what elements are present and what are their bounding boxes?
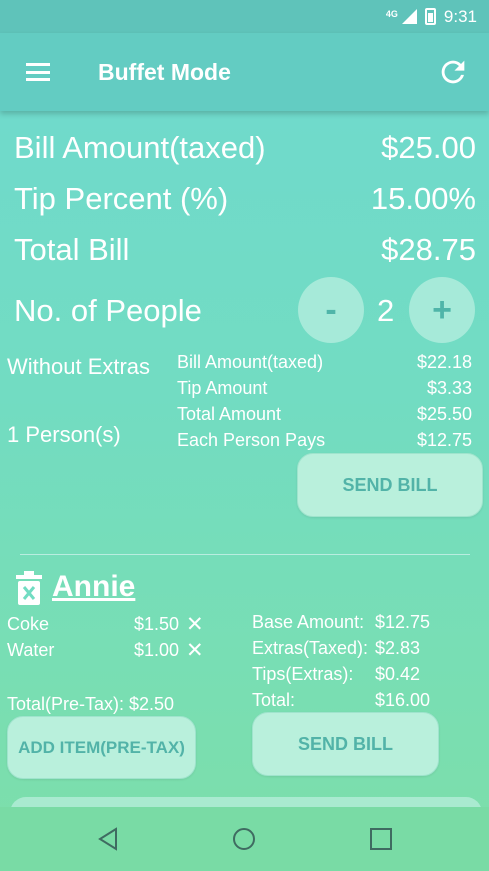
item-name: Coke [7,614,50,634]
delete-person-icon[interactable] [15,571,43,605]
tip-percent-value[interactable]: 15.00% [371,181,476,217]
breakdown-value: $3.33 [426,378,472,398]
breakdown-label: Tip Amount [177,378,268,398]
person-breakdown-value: $12.75 [375,612,431,632]
person-breakdown-label: Tips(Extras): [252,664,354,684]
without-extras-heading: Without Extras [7,354,151,379]
page-title: Buffet Mode [98,59,231,85]
total-pretax: Total(Pre-Tax): $2.50 [7,694,175,714]
app-bar: Buffet Mode [0,33,489,111]
breakdown-value: $22.18 [416,352,472,372]
increment-people-button[interactable]: + [409,277,475,343]
navigation-bar [0,807,489,871]
breakdown-label: Each Person Pays [177,430,326,450]
person-breakdown-value: $0.42 [375,664,421,684]
menu-icon[interactable] [26,63,50,81]
tip-percent-label: Tip Percent (%) [14,181,229,216]
battery-icon [424,8,436,25]
status-time: 9:31 [443,6,477,26]
people-label: No. of People [14,293,202,328]
total-bill-value: $28.75 [381,232,476,267]
bill-amount-value[interactable]: $25.00 [381,130,476,166]
bill-amount-label: Bill Amount(taxed) [14,130,266,165]
decrement-people-button[interactable]: - [298,277,364,343]
item-price: $1.50 [134,614,180,634]
breakdown-value: $25.50 [416,404,472,424]
breakdown-value: $12.75 [416,430,472,450]
person-breakdown-value: $2.83 [375,638,421,658]
signal-icon: 4G [386,9,417,24]
total-bill-label: Total Bill [14,232,130,267]
back-icon[interactable] [96,827,120,851]
network-type: 4G [385,9,398,19]
remove-item-icon[interactable]: ✕ [186,612,204,637]
send-bill-button[interactable]: SEND BILL [297,453,483,517]
divider [20,554,470,555]
person-breakdown-label: Base Amount: [252,612,365,632]
breakdown-label: Total Amount [177,404,282,424]
recents-icon[interactable] [370,828,392,850]
person-breakdown-label: Total: [252,690,296,710]
breakdown-label: Bill Amount(taxed) [177,352,324,372]
home-icon[interactable] [232,827,256,851]
remove-item-icon[interactable]: ✕ [186,638,204,663]
item-name: Water [7,640,55,660]
add-item-button[interactable]: ADD ITEM(PRE-TAX) [7,716,196,779]
person-name[interactable]: Annie [52,570,135,604]
status-bar: 4G 9:31 [0,0,489,33]
people-count: 2 [377,293,395,328]
person-breakdown-label: Extras(Taxed): [252,638,369,658]
refresh-icon[interactable] [436,55,470,89]
person-breakdown-value: $16.00 [375,690,431,710]
persons-count-label: 1 Person(s) [7,422,121,447]
item-price: $1.00 [134,640,180,660]
person-send-bill-button[interactable]: SEND BILL [252,712,439,776]
